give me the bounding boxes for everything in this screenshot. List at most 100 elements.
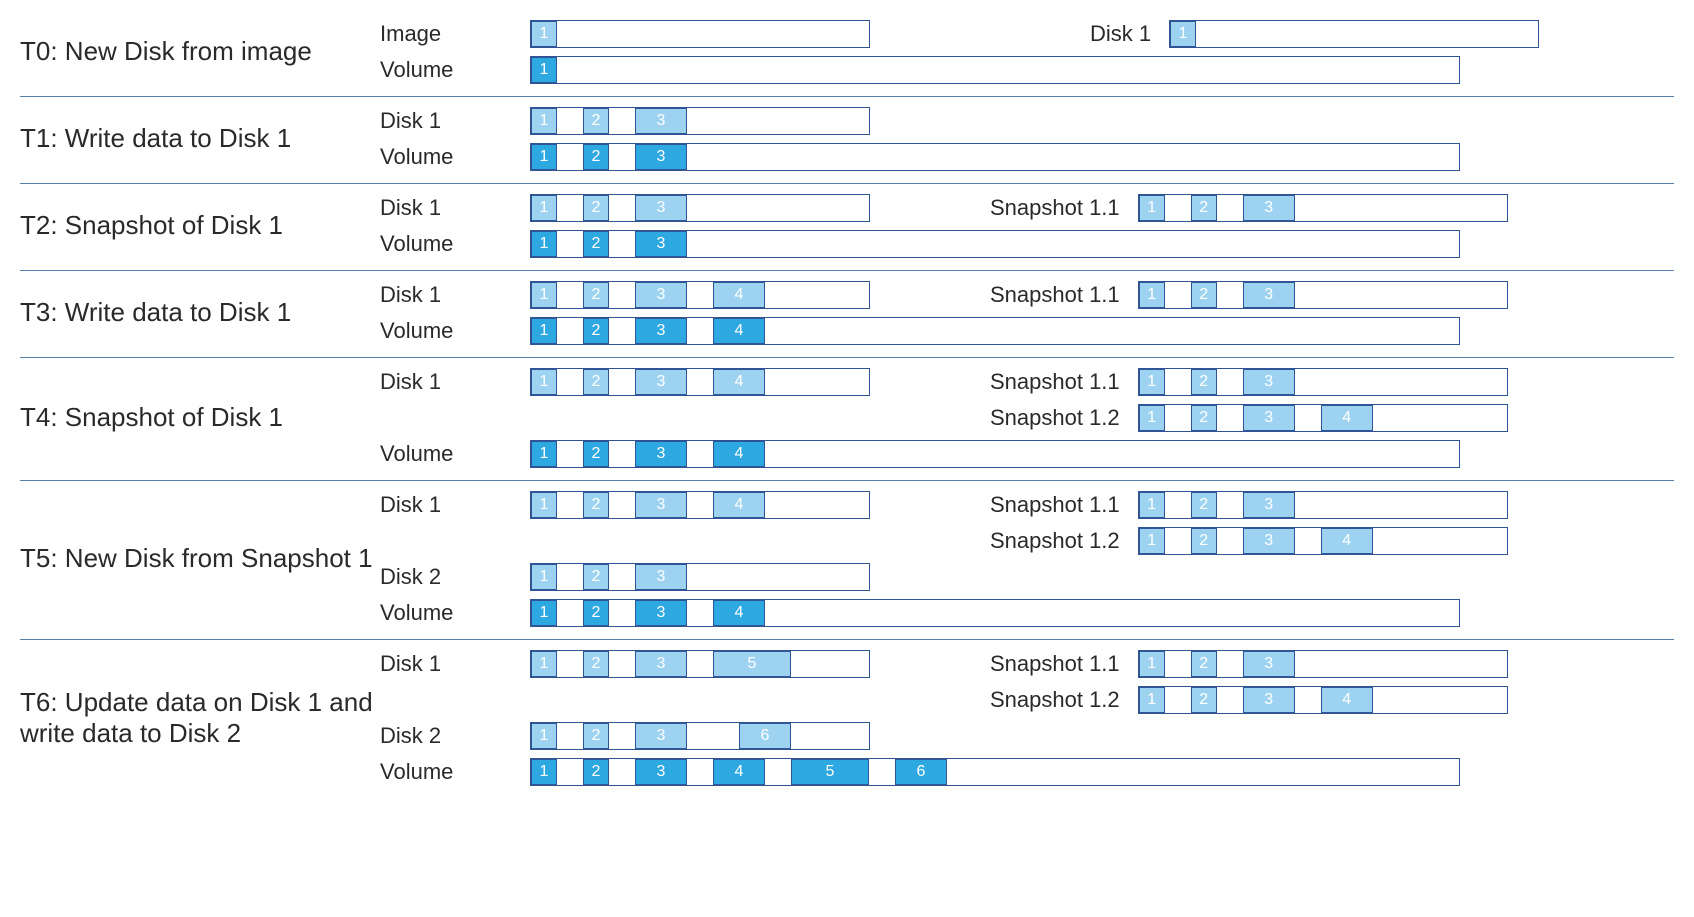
block: 3 xyxy=(1243,282,1295,308)
block: 3 xyxy=(1243,405,1295,431)
bar: 123 xyxy=(1138,194,1508,222)
block: 3 xyxy=(635,318,687,344)
step-t5: T5: New Disk from Snapshot 1Disk 11234Sn… xyxy=(20,480,1674,639)
block: 2 xyxy=(1191,282,1217,308)
block: 2 xyxy=(1191,405,1217,431)
block: 2 xyxy=(583,369,609,395)
step-title: T3: Write data to Disk 1 xyxy=(20,297,380,328)
step-t3: T3: Write data to Disk 1Disk 11234Snapsh… xyxy=(20,270,1674,357)
row-body: Snapshot 1.21234 xyxy=(530,404,1508,432)
bar-label: Snapshot 1.2 xyxy=(990,528,1120,554)
bar-group: 123 xyxy=(530,563,870,591)
block: 1 xyxy=(531,318,557,344)
bar-group: 1235 xyxy=(530,650,870,678)
block: 1 xyxy=(531,57,557,83)
bar: 1235 xyxy=(530,650,870,678)
row: Snapshot 1.21234 xyxy=(380,523,1674,559)
block: 1 xyxy=(1139,195,1165,221)
row-label: Disk 2 xyxy=(380,564,530,590)
bar: 123 xyxy=(530,230,1460,258)
row: Volume1234 xyxy=(380,595,1674,631)
step-title: T4: Snapshot of Disk 1 xyxy=(20,402,380,433)
bar-group xyxy=(530,404,870,432)
bar: 123 xyxy=(1138,491,1508,519)
block: 1 xyxy=(1139,282,1165,308)
block: 1 xyxy=(531,231,557,257)
block: 1 xyxy=(531,108,557,134)
block: 3 xyxy=(635,195,687,221)
row: Disk 11234Snapshot 1.1123 xyxy=(380,277,1674,313)
row: Volume1234 xyxy=(380,313,1674,349)
row: Disk 11235Snapshot 1.1123 xyxy=(380,646,1674,682)
block: 1 xyxy=(531,369,557,395)
row-body: 123 Snapshot 1.1 123 xyxy=(530,194,1508,222)
row-body: 1234Snapshot 1.1123 xyxy=(530,281,1508,309)
row-body: 123 xyxy=(530,563,870,591)
bar: 123456 xyxy=(530,758,1460,786)
row-body: Snapshot 1.21234 xyxy=(530,686,1508,714)
step-rows: Disk 11234Snapshot 1.1123Snapshot 1.2123… xyxy=(380,487,1674,631)
block: 2 xyxy=(1191,687,1217,713)
block: 3 xyxy=(635,282,687,308)
bar: 1234 xyxy=(530,491,870,519)
block: 2 xyxy=(1191,528,1217,554)
block: 1 xyxy=(1139,492,1165,518)
block: 3 xyxy=(1243,492,1295,518)
row: Volume123 xyxy=(380,226,1674,262)
block: 4 xyxy=(713,282,765,308)
step-t1: T1: Write data to Disk 1Disk 1123Volume1… xyxy=(20,96,1674,183)
block: 2 xyxy=(583,231,609,257)
bar-group: Disk 11 xyxy=(1090,20,1539,48)
step-title: T1: Write data to Disk 1 xyxy=(20,123,380,154)
block: 4 xyxy=(713,369,765,395)
block: 1 xyxy=(1139,405,1165,431)
row-body: 123 xyxy=(530,230,1460,258)
row: Disk 1123 xyxy=(380,103,1674,139)
row-body: 1234Snapshot 1.1123 xyxy=(530,368,1508,396)
block: 3 xyxy=(635,492,687,518)
block: 3 xyxy=(635,759,687,785)
row-body: 1236 xyxy=(530,722,870,750)
block: 1 xyxy=(531,195,557,221)
block: 2 xyxy=(583,723,609,749)
row-label: Volume xyxy=(380,759,530,785)
bar-group: 123456 xyxy=(530,758,1460,786)
block: 2 xyxy=(583,600,609,626)
row-body: 1234 xyxy=(530,317,1460,345)
row-label: Disk 1 xyxy=(380,492,530,518)
block: 2 xyxy=(583,144,609,170)
bar-group: Snapshot 1.21234 xyxy=(990,686,1508,714)
row-label: Disk 1 xyxy=(380,108,530,134)
bar-label: Snapshot 1.1 xyxy=(990,492,1120,518)
block: 2 xyxy=(583,108,609,134)
bar-group: 1236 xyxy=(530,722,870,750)
block: 3 xyxy=(635,231,687,257)
row-label: Disk 1 xyxy=(380,282,530,308)
row: Disk 21236 xyxy=(380,718,1674,754)
bar-group: 1234 xyxy=(530,491,870,519)
block: 2 xyxy=(583,492,609,518)
bar-group: 123 xyxy=(530,194,870,222)
block: 4 xyxy=(713,441,765,467)
block: 1 xyxy=(531,441,557,467)
bar-group: 1234 xyxy=(530,368,870,396)
row-body: 1234 xyxy=(530,599,1460,627)
step-t4: T4: Snapshot of Disk 1Disk 11234Snapshot… xyxy=(20,357,1674,480)
block: 1 xyxy=(1170,21,1196,47)
bar: 123 xyxy=(1138,368,1508,396)
row-body: 1234 xyxy=(530,440,1460,468)
row: Disk 11234Snapshot 1.1123 xyxy=(380,364,1674,400)
bar-label: Snapshot 1.1 xyxy=(990,195,1120,221)
block: 4 xyxy=(713,318,765,344)
row-label: Volume xyxy=(380,231,530,257)
row: Image1Disk 11 xyxy=(380,16,1674,52)
block: 1 xyxy=(531,492,557,518)
block: 6 xyxy=(739,723,791,749)
block: 3 xyxy=(635,108,687,134)
row: Volume1234 xyxy=(380,436,1674,472)
row-label: Volume xyxy=(380,441,530,467)
row: Disk 11234Snapshot 1.1123 xyxy=(380,487,1674,523)
bar-group: Snapshot 1.1 123 xyxy=(990,194,1508,222)
row-label: Volume xyxy=(380,57,530,83)
block: 3 xyxy=(635,723,687,749)
